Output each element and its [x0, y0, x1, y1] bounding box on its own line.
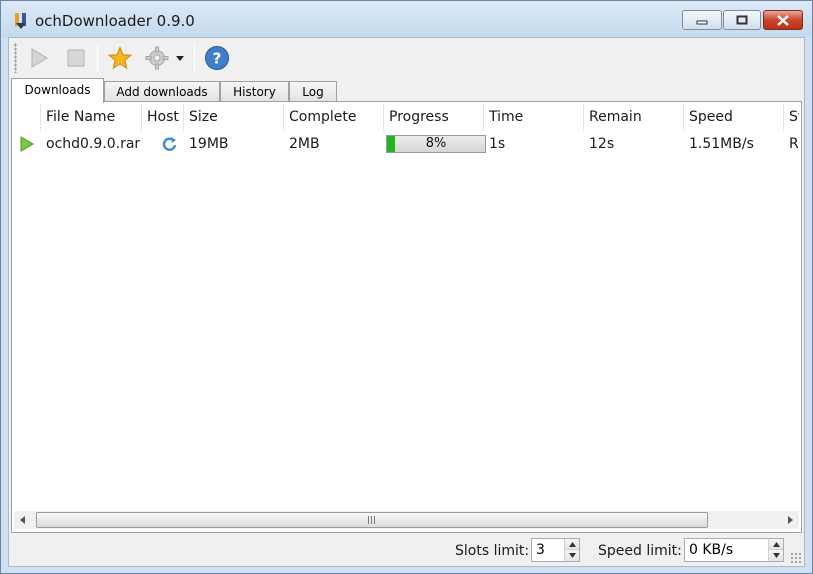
tab-add-downloads[interactable]: Add downloads [104, 81, 220, 102]
tab-label: Add downloads [116, 85, 208, 99]
column-header-status-icon[interactable] [14, 104, 41, 131]
tab-label: Downloads [24, 83, 91, 97]
downloads-table: File Name Host Size Complete Progress Ti… [14, 104, 799, 509]
progress-label: 8% [425, 136, 447, 151]
tab-bar: Downloads Add downloads History Log [11, 78, 801, 103]
scroll-left-button[interactable] [14, 511, 32, 529]
star-icon [108, 46, 132, 70]
help-button[interactable]: ? [203, 44, 231, 72]
column-header-size[interactable]: Size [184, 104, 284, 131]
remain-cell: 12s [589, 136, 615, 152]
file-name-cell: ochd0.9.0.rar [46, 136, 141, 152]
resize-grip[interactable] [790, 552, 802, 564]
slots-limit-label: Slots limit: [455, 543, 530, 559]
close-button[interactable] [763, 10, 803, 30]
complete-cell: 2MB [289, 136, 320, 152]
title-bar[interactable]: ochDownloader 0.9.0 [1, 1, 812, 37]
app-window: ochDownloader 0.9.0 ? Downloads Add down… [0, 0, 813, 574]
host-cell [156, 131, 184, 157]
arrow-down-icon [772, 553, 780, 558]
tab-history[interactable]: History [220, 81, 289, 102]
speed-decrement-button[interactable] [769, 550, 783, 561]
grip-icon [368, 516, 375, 524]
gear-icon [145, 46, 169, 70]
maximize-icon [736, 15, 748, 25]
slots-increment-button[interactable] [565, 539, 579, 550]
slots-decrement-button[interactable] [565, 550, 579, 561]
column-header-time[interactable]: Time [484, 104, 584, 131]
column-header-status[interactable]: St [784, 104, 799, 131]
toolbar-separator [97, 44, 98, 72]
settings-button[interactable] [143, 44, 171, 72]
scrollbar-thumb[interactable] [36, 512, 708, 528]
play-icon [31, 48, 48, 68]
status-cell: Ru [789, 136, 799, 152]
settings-dropdown[interactable] [173, 44, 187, 72]
column-header-speed[interactable]: Speed [684, 104, 784, 131]
stop-button[interactable] [62, 44, 90, 72]
horizontal-scrollbar[interactable] [14, 511, 799, 529]
table-header: File Name Host Size Complete Progress Ti… [14, 104, 799, 131]
downloads-panel: File Name Host Size Complete Progress Ti… [11, 101, 802, 533]
status-bar: Slots limit: 3 Speed limit: 0 KB/s [9, 535, 804, 566]
speed-limit-value[interactable]: 0 KB/s [689, 542, 733, 558]
chevron-down-icon [176, 56, 184, 61]
toolbar-grip[interactable] [14, 43, 17, 73]
refresh-icon [162, 137, 177, 151]
table-row[interactable]: ochd0.9.0.rar 19MB 2MB 8% 1s 12s 1.51MB/… [14, 131, 799, 157]
window-title: ochDownloader 0.9.0 [35, 12, 195, 30]
slots-limit-value[interactable]: 3 [536, 542, 545, 558]
toolbar-separator [194, 44, 195, 72]
progress-bar: 8% [386, 135, 486, 153]
column-header-progress[interactable]: Progress [384, 104, 484, 131]
spin-buttons [564, 539, 579, 561]
maximize-button[interactable] [723, 10, 761, 30]
play-icon [20, 136, 34, 152]
size-cell: 19MB [189, 136, 229, 152]
tab-label: Log [302, 85, 324, 99]
client-area: ? Downloads Add downloads History Log Fi… [8, 37, 805, 567]
speed-cell: 1.51MB/s [689, 136, 754, 152]
column-header-file-name[interactable]: File Name [41, 104, 142, 131]
stop-icon [67, 49, 85, 67]
arrow-up-icon [772, 541, 780, 547]
time-cell: 1s [489, 136, 506, 152]
favorites-button[interactable] [106, 44, 134, 72]
app-icon [13, 12, 29, 30]
column-header-remain[interactable]: Remain [584, 104, 684, 131]
toolbar: ? [9, 38, 804, 78]
tab-label: History [233, 85, 276, 99]
tab-downloads[interactable]: Downloads [11, 78, 104, 103]
speed-increment-button[interactable] [769, 539, 783, 550]
speed-limit-spinbox[interactable]: 0 KB/s [684, 538, 784, 562]
column-header-complete[interactable]: Complete [284, 104, 384, 131]
arrow-left-icon [20, 516, 25, 524]
column-header-host[interactable]: Host [142, 104, 184, 131]
arrow-down-icon [568, 553, 576, 558]
svg-text:?: ? [213, 50, 222, 68]
speed-limit-label: Speed limit: [598, 543, 682, 559]
spin-buttons [768, 539, 783, 561]
minimize-icon [696, 20, 708, 25]
arrow-up-icon [568, 541, 576, 547]
slots-limit-spinbox[interactable]: 3 [531, 538, 580, 562]
minimize-button[interactable] [682, 10, 722, 30]
arrow-right-icon [788, 516, 793, 524]
scroll-right-button[interactable] [781, 511, 799, 529]
close-icon [777, 14, 789, 26]
help-icon: ? [205, 46, 229, 70]
start-button[interactable] [25, 44, 53, 72]
row-status-cell [14, 131, 41, 157]
tab-log[interactable]: Log [289, 81, 337, 102]
